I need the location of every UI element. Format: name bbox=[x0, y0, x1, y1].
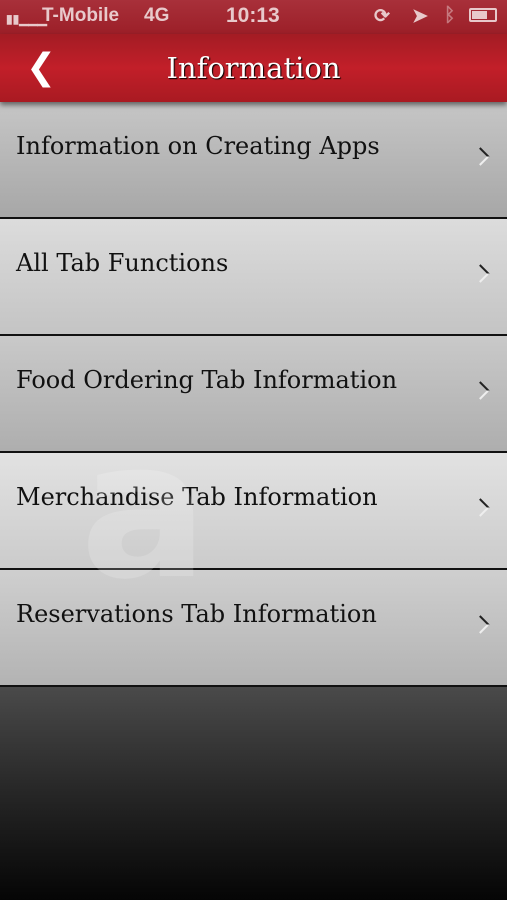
background-area bbox=[0, 687, 507, 900]
list-item[interactable]: Information on Creating Apps bbox=[0, 102, 507, 219]
chevron-right-icon bbox=[471, 381, 490, 400]
rotation-lock-icon: ⟳ bbox=[374, 6, 390, 27]
list-item[interactable]: Merchandise Tab Information bbox=[0, 453, 507, 570]
bluetooth-icon: ᛒ bbox=[444, 5, 456, 26]
chevron-right-icon bbox=[471, 498, 490, 517]
battery-icon bbox=[469, 8, 497, 22]
page-title: Information bbox=[166, 51, 341, 85]
list-item-label: Reservations Tab Information bbox=[16, 600, 377, 628]
list-item-label: Merchandise Tab Information bbox=[16, 483, 378, 511]
status-bar: ▮▮▁▁▁ T-Mobile 4G 10:13 ⟳ ➤ ᛒ bbox=[0, 0, 507, 34]
list-item-label: Information on Creating Apps bbox=[16, 132, 380, 160]
list-item[interactable]: Food Ordering Tab Information bbox=[0, 336, 507, 453]
list-item-label: All Tab Functions bbox=[16, 249, 229, 277]
time: 10:13 bbox=[226, 4, 280, 27]
network: 4G bbox=[144, 5, 170, 26]
list-item[interactable]: All Tab Functions bbox=[0, 219, 507, 336]
chevron-right-icon bbox=[471, 615, 490, 634]
signal-icon: ▮▮▁▁▁ bbox=[6, 12, 47, 26]
location-icon: ➤ bbox=[412, 6, 428, 27]
list-item-label: Food Ordering Tab Information bbox=[16, 366, 398, 394]
chevron-right-icon bbox=[471, 147, 490, 166]
list-item[interactable]: Reservations Tab Information bbox=[0, 570, 507, 687]
chevron-right-icon bbox=[471, 264, 490, 283]
nav-bar: ❮ Information bbox=[0, 34, 507, 102]
info-list: Information on Creating Apps All Tab Fun… bbox=[0, 102, 507, 687]
carrier: T-Mobile bbox=[42, 5, 120, 26]
